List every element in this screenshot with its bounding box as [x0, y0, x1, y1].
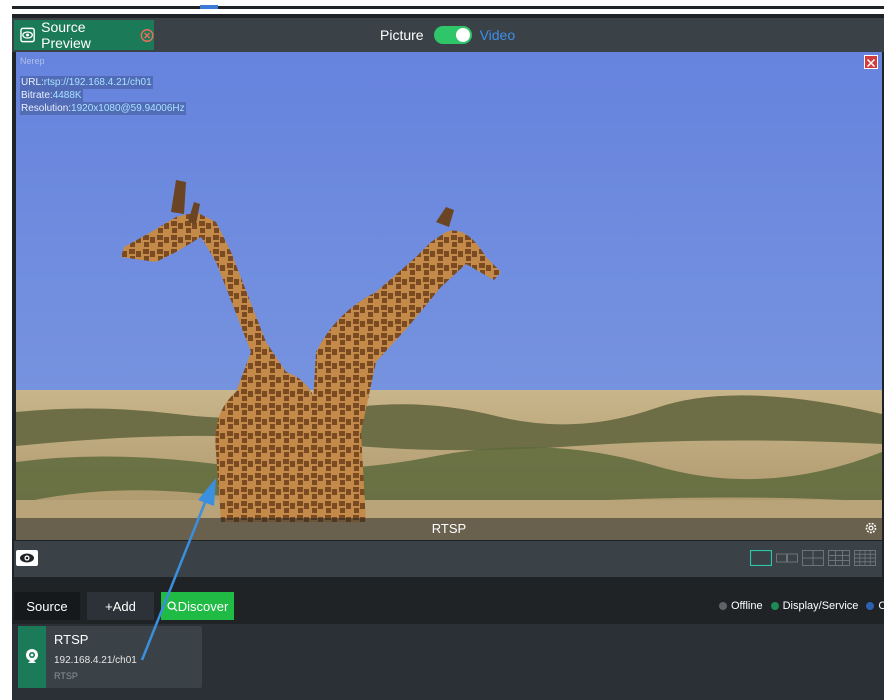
third-dot [866, 602, 875, 610]
toggle-video-label[interactable]: Video [480, 27, 516, 43]
preview-overlay-bar: RTSP [16, 518, 882, 540]
resolution-key: Resolution: [21, 103, 72, 114]
search-icon [167, 600, 178, 612]
source-card-type: RTSP [54, 671, 78, 681]
url-value: rtsp://192.168.4.21/ch01 [43, 77, 152, 88]
toggle-switch[interactable] [433, 26, 472, 44]
preview-caption: Nerep [20, 56, 45, 66]
close-icon [866, 58, 876, 68]
layout-selector [750, 550, 876, 566]
legend-offline: Offline [719, 600, 763, 612]
source-button[interactable]: Source [14, 592, 80, 620]
picture-video-toggle: Picture Video [380, 22, 515, 48]
close-preview-button[interactable] [864, 55, 878, 69]
display-dot [770, 602, 779, 610]
source-preview-tab[interactable]: Source Preview [14, 19, 154, 51]
layout-1x1-icon[interactable] [750, 550, 772, 566]
giraffe-scene-image [16, 52, 882, 540]
legend-offline-label: Offline [731, 600, 763, 612]
source-card-url: 192.168.4.21/ch01 [54, 655, 137, 666]
source-card-icon-area [18, 626, 46, 688]
source-card[interactable]: RTSP 192.168.4.21/ch01 RTSP [18, 626, 202, 688]
active-indicator [200, 5, 218, 9]
show-info-button[interactable] [16, 550, 38, 566]
discover-label: Discover [177, 598, 229, 614]
layout-4x4-icon[interactable] [854, 550, 876, 566]
stream-info: URL:rtsp://192.168.4.21/ch01 Bitrate:448… [20, 76, 186, 115]
add-button[interactable]: +Add [87, 592, 154, 620]
app-window: Source Preview Picture Video Nerep URL:r… [12, 14, 886, 700]
status-legend: Offline Display/Service C [719, 600, 894, 612]
tab-label: Source Preview [41, 19, 91, 51]
source-card-title: RTSP [54, 632, 89, 647]
preview-source-name: RTSP [431, 521, 467, 536]
eye-icon [20, 553, 34, 563]
toggle-knob [455, 28, 470, 42]
close-tab-icon[interactable] [140, 28, 154, 43]
preview-controls [14, 541, 882, 577]
layout-2x2-icon[interactable] [802, 550, 824, 566]
legend-third: C [866, 600, 886, 612]
offline-dot [719, 602, 727, 610]
legend-display: Display/Service [770, 600, 859, 612]
eye-icon [20, 27, 35, 43]
legend-display-label: Display/Service [782, 600, 859, 612]
legend-third-label: C [878, 600, 887, 612]
resolution-value: 1920x1080@59.94006Hz [71, 103, 185, 114]
preview-header: Source Preview Picture Video [12, 18, 884, 52]
video-preview[interactable]: Nerep URL:rtsp://192.168.4.21/ch01 Bitra… [16, 52, 882, 540]
toggle-picture-label[interactable]: Picture [380, 27, 424, 43]
bitrate-key: Bitrate: [21, 90, 53, 101]
url-key: URL: [21, 77, 44, 88]
layout-1x2-icon[interactable] [776, 550, 798, 566]
top-strip [0, 0, 896, 12]
webcam-icon [26, 649, 38, 663]
top-border [12, 6, 884, 9]
gear-icon[interactable] [864, 521, 878, 535]
source-list: RTSP 192.168.4.21/ch01 RTSP [12, 624, 884, 700]
layout-3x3-icon[interactable] [828, 550, 850, 566]
bitrate-value: 4488K [52, 90, 82, 101]
discover-button[interactable]: Discover [161, 592, 234, 620]
